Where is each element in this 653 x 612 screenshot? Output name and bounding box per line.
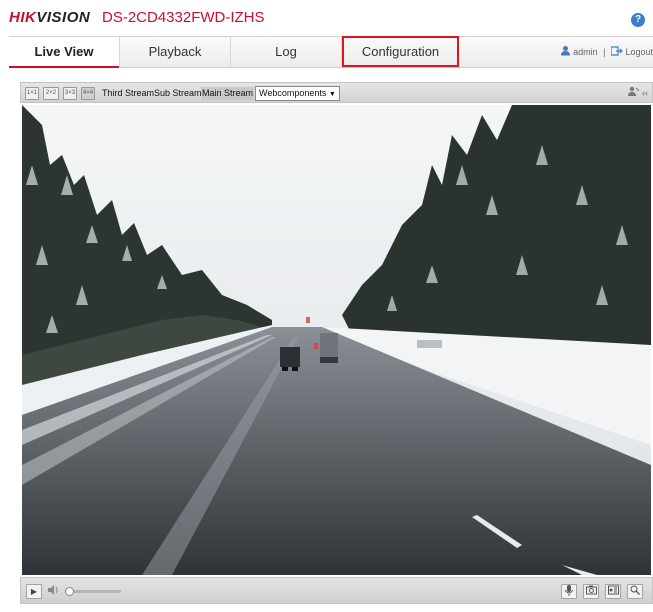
window-2x2-button[interactable]: 2×2 — [43, 87, 59, 100]
player-toolbar: 1×1 2×2 3×3 4×4 Third Stream Sub Stream … — [20, 82, 653, 103]
live-view-player: 1×1 2×2 3×3 4×4 Third Stream Sub Stream … — [20, 82, 653, 604]
plugin-select[interactable]: Webcomponents ▼ — [255, 86, 340, 101]
top-bar: HIKVISION DS-2CD4332FWD-IZHS ? — [0, 0, 653, 36]
sub-stream-button[interactable]: Sub Stream — [153, 87, 203, 100]
user-icon — [560, 38, 571, 68]
zoom-icon[interactable] — [627, 584, 643, 599]
logout-link[interactable]: Logout — [625, 47, 653, 57]
volume-icon[interactable] — [46, 584, 60, 597]
chevron-down-icon: ▼ — [328, 91, 336, 98]
device-model: DS-2CD4332FWD-IZHS — [102, 9, 265, 26]
main-navigation: Live View Playback Log Configuration adm… — [9, 36, 653, 68]
collapse-icon[interactable]: ‹‹ — [642, 88, 648, 98]
user-area: admin | Logout — [560, 37, 653, 67]
play-button[interactable]: ▶ — [26, 584, 42, 599]
third-stream-button[interactable]: Third Stream — [101, 87, 155, 100]
hikvision-logo: HIKVISION — [9, 9, 91, 26]
window-3x3-button[interactable]: 3×3 — [63, 87, 77, 100]
player-controls: ▶ — [20, 577, 653, 604]
video-feed[interactable] — [22, 105, 651, 575]
logout-icon[interactable] — [610, 38, 623, 68]
tab-log[interactable]: Log — [231, 37, 342, 67]
record-icon[interactable] — [605, 584, 621, 599]
tab-playback[interactable]: Playback — [120, 37, 231, 67]
main-stream-button[interactable]: Main Stream — [201, 87, 255, 100]
mic-icon[interactable] — [561, 584, 577, 599]
snowy-road-scene — [22, 105, 651, 575]
camera-icon[interactable] — [583, 584, 599, 599]
toolbar-right: ‹‹ — [628, 86, 648, 98]
tab-configuration[interactable]: Configuration — [342, 36, 459, 67]
volume-slider[interactable] — [65, 587, 121, 596]
plugin-select-value: Webcomponents — [259, 88, 327, 98]
user-separator: | — [603, 47, 606, 57]
window-4x4-button[interactable]: 4×4 — [81, 87, 95, 100]
user-settings-icon[interactable] — [628, 86, 640, 98]
volume-knob[interactable] — [65, 587, 74, 596]
tab-live-view[interactable]: Live View — [9, 37, 120, 68]
window-1x1-button[interactable]: 1×1 — [25, 87, 39, 100]
username[interactable]: admin — [573, 47, 598, 57]
help-icon[interactable]: ? — [631, 13, 645, 27]
